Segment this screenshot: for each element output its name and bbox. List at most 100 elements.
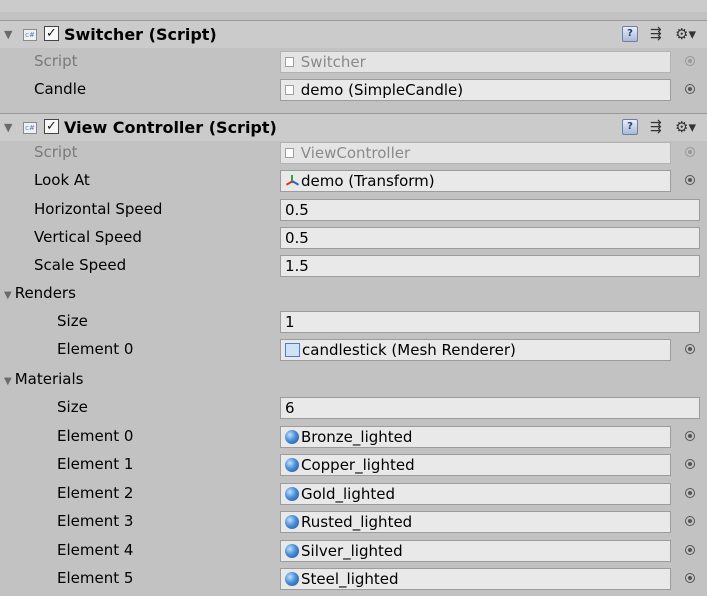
materials-size-row: Size 6	[0, 394, 707, 422]
help-book-icon[interactable]: ?	[622, 119, 638, 135]
vc-script-value: ViewController	[300, 144, 411, 162]
materials-size-input[interactable]: 6	[280, 397, 700, 419]
renders-foldout-row[interactable]: ▼ Renders	[0, 280, 707, 308]
object-picker-icon[interactable]	[685, 56, 695, 66]
object-picker-icon[interactable]	[685, 431, 695, 441]
material-element-row: Element 3 Rusted_lighted	[0, 508, 707, 536]
material-element-row: Element 4 Silver_lighted	[0, 537, 707, 565]
materials-foldout-row[interactable]: ▼ Materials	[0, 366, 707, 394]
vertical-speed-label: Vertical Speed	[34, 228, 142, 246]
material-element-value: Steel_lighted	[301, 570, 399, 588]
material-sphere-icon	[285, 429, 299, 444]
preset-sliders-icon[interactable]: ⇶	[650, 119, 666, 135]
horizontal-speed-input[interactable]: 0.5	[280, 199, 700, 221]
material-sphere-icon	[285, 486, 299, 501]
material-element-label: Element 1	[57, 455, 134, 473]
foldout-arrow-icon[interactable]: ▼	[4, 121, 12, 134]
object-picker-icon[interactable]	[685, 84, 695, 94]
switcher-candle-row: Candle demo (SimpleCandle)	[0, 76, 707, 104]
gear-icon[interactable]: ⚙▾	[675, 119, 699, 135]
renders-element-field[interactable]: candlestick (Mesh Renderer)	[280, 339, 671, 361]
material-element-label: Element 4	[57, 541, 134, 559]
switcher-enabled-checkbox[interactable]: ✓	[44, 26, 59, 41]
foldout-arrow-icon[interactable]: ▼	[4, 376, 12, 387]
renders-size-label: Size	[57, 312, 88, 330]
material-element-label: Element 0	[57, 427, 134, 445]
material-element-value: Copper_lighted	[301, 456, 415, 474]
view-controller-title: View Controller (Script)	[64, 118, 277, 137]
materials-label: Materials	[14, 370, 84, 388]
material-element-row: Element 2 Gold_lighted	[0, 480, 707, 508]
scale-speed-label: Scale Speed	[34, 256, 127, 274]
object-picker-icon[interactable]	[685, 516, 695, 526]
renders-size-row: Size 1	[0, 308, 707, 336]
view-controller-enabled-checkbox[interactable]: ✓	[44, 119, 59, 134]
switcher-title: Switcher (Script)	[64, 25, 217, 44]
material-element-value: Rusted_lighted	[301, 513, 413, 531]
renders-element-row: Element 0 candlestick (Mesh Renderer)	[0, 336, 707, 364]
material-element-value: Silver_lighted	[301, 542, 403, 560]
material-element-row: Element 1 Copper_lighted	[0, 451, 707, 479]
script-file-icon	[285, 84, 294, 95]
object-picker-icon[interactable]	[685, 344, 695, 354]
material-element-field[interactable]: Bronze_lighted	[280, 426, 671, 448]
transform-axis-icon	[285, 174, 300, 188]
material-element-field[interactable]: Silver_lighted	[280, 540, 671, 562]
mesh-renderer-icon	[285, 342, 300, 357]
material-sphere-icon	[285, 543, 299, 558]
material-element-value: Gold_lighted	[301, 485, 395, 503]
vertical-speed-input[interactable]: 0.5	[280, 227, 700, 249]
switcher-component-header[interactable]: ▼ c# ✓ Switcher (Script) ? ⇶ ⚙▾	[0, 20, 707, 48]
object-picker-icon[interactable]	[685, 573, 695, 583]
preset-sliders-icon[interactable]: ⇶	[650, 26, 666, 42]
object-picker-icon[interactable]	[685, 459, 695, 469]
material-element-field[interactable]: Rusted_lighted	[280, 511, 671, 533]
vc-script-field[interactable]: ViewController	[280, 142, 671, 164]
vc-script-row: Script ViewController	[0, 139, 707, 167]
renders-label: Renders	[14, 284, 76, 302]
candle-field[interactable]: demo (SimpleCandle)	[280, 79, 671, 101]
scale-speed-row: Scale Speed 1.5	[0, 252, 707, 280]
material-element-field[interactable]: Steel_lighted	[280, 568, 671, 590]
renders-size-input[interactable]: 1	[280, 311, 700, 333]
switcher-script-value: Switcher	[300, 53, 366, 71]
material-element-field[interactable]: Copper_lighted	[280, 454, 671, 476]
object-picker-icon[interactable]	[685, 488, 695, 498]
vertical-speed-row: Vertical Speed 0.5	[0, 224, 707, 252]
look-at-value: demo (Transform)	[301, 172, 435, 190]
renders-foldout[interactable]: ▼ Renders	[4, 284, 76, 302]
scale-speed-input[interactable]: 1.5	[280, 255, 700, 277]
material-element-field[interactable]: Gold_lighted	[280, 483, 671, 505]
material-element-row: Element 0 Bronze_lighted	[0, 423, 707, 451]
switcher-script-label: Script	[34, 52, 78, 70]
object-picker-icon[interactable]	[685, 545, 695, 555]
material-element-label: Element 2	[57, 484, 134, 502]
switcher-script-row: Script Switcher	[0, 48, 707, 76]
script-file-icon	[285, 56, 294, 67]
materials-foldout[interactable]: ▼ Materials	[4, 370, 83, 388]
object-picker-icon[interactable]	[685, 175, 695, 185]
vc-script-label: Script	[34, 143, 78, 161]
help-book-icon[interactable]: ?	[622, 26, 638, 42]
material-sphere-icon	[285, 457, 299, 472]
switcher-script-field[interactable]: Switcher	[280, 51, 671, 73]
material-sphere-icon	[285, 514, 299, 529]
script-file-icon	[285, 147, 294, 158]
look-at-label: Look At	[34, 171, 90, 189]
gear-icon[interactable]: ⚙▾	[675, 26, 699, 42]
material-element-row: Element 5 Steel_lighted	[0, 565, 707, 593]
look-at-field[interactable]: demo (Transform)	[280, 170, 671, 192]
horizontal-speed-row: Horizontal Speed 0.5	[0, 196, 707, 224]
object-picker-icon[interactable]	[685, 147, 695, 157]
candle-label: Candle	[34, 80, 87, 98]
view-controller-component-header[interactable]: ▼ c# ✓ View Controller (Script) ? ⇶ ⚙▾	[0, 113, 707, 141]
material-element-label: Element 5	[57, 569, 134, 587]
horizontal-speed-label: Horizontal Speed	[34, 200, 163, 218]
foldout-arrow-icon[interactable]: ▼	[4, 28, 12, 41]
cs-script-icon: c#	[23, 122, 37, 134]
foldout-arrow-icon[interactable]: ▼	[4, 290, 12, 301]
inspector-top-strip	[0, 0, 707, 12]
look-at-row: Look At demo (Transform)	[0, 167, 707, 195]
material-sphere-icon	[285, 571, 299, 586]
material-element-value: Bronze_lighted	[301, 428, 413, 446]
